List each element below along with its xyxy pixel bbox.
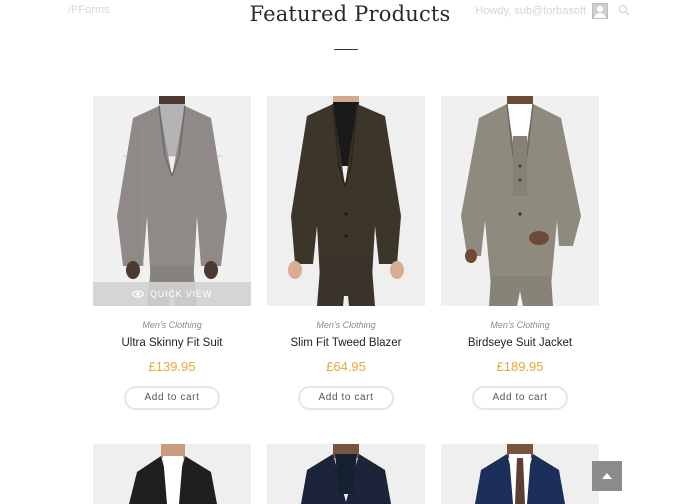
product-card: Men's Clothing Birdseye Suit Jacket £189…	[441, 96, 599, 410]
page-title: Featured Products	[249, 2, 451, 26]
product-name[interactable]: Slim Fit Tweed Blazer	[267, 337, 425, 349]
product-card: Men's Clothing Slim Fit Tweed Blazer £64…	[267, 96, 425, 410]
add-to-cart-button[interactable]: Add to cart	[472, 386, 568, 410]
product-name[interactable]: Ultra Skinny Fit Suit	[93, 337, 251, 349]
product-price: £139.95	[148, 359, 196, 374]
scroll-to-top-button[interactable]	[592, 461, 622, 491]
quick-view-label: QUICK VIEW	[149, 289, 212, 299]
title-divider	[334, 49, 358, 50]
quick-view-button[interactable]: QUICK VIEW	[93, 282, 251, 306]
chevron-up-icon	[602, 473, 612, 479]
product-image[interactable]: QUICK VIEW	[93, 96, 251, 306]
product-image[interactable]	[441, 444, 599, 504]
product-name[interactable]: Birdseye Suit Jacket	[441, 337, 599, 349]
product-category[interactable]: Men's Clothing	[267, 320, 425, 330]
product-image[interactable]	[267, 444, 425, 504]
product-category[interactable]: Men's Clothing	[441, 320, 599, 330]
product-category[interactable]: Men's Clothing	[93, 320, 251, 330]
product-image[interactable]	[93, 444, 251, 504]
product-card: QUICK VIEW Men's Clothing Ultra Skinny F…	[93, 96, 251, 410]
add-to-cart-button[interactable]: Add to cart	[124, 386, 220, 410]
product-price: £189.95	[496, 359, 544, 374]
product-image[interactable]	[267, 96, 425, 306]
product-image[interactable]	[441, 96, 599, 306]
add-to-cart-button[interactable]: Add to cart	[298, 386, 394, 410]
eye-icon	[131, 290, 144, 298]
product-price: £64.95	[326, 359, 366, 374]
